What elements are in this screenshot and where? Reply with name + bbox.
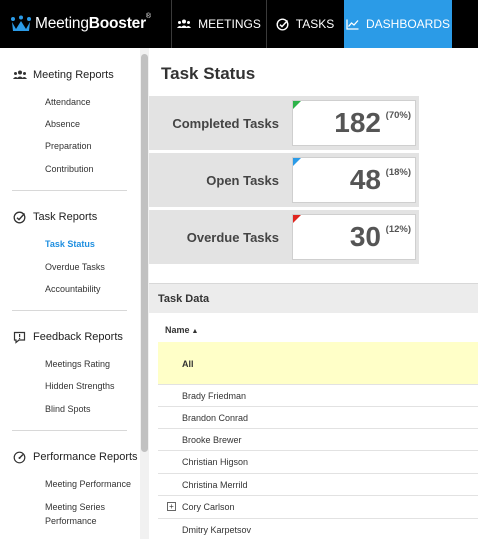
sidebar-item-preparation[interactable]: Preparation bbox=[45, 141, 92, 151]
stat-row-overdue: Overdue Tasks 30 (12%) bbox=[149, 210, 478, 264]
check-circle-icon bbox=[276, 17, 289, 31]
row-name: Christina Merrild bbox=[182, 480, 248, 490]
sidebar-item-attendance[interactable]: Attendance bbox=[45, 97, 91, 107]
task-data-title: Task Data bbox=[158, 293, 210, 305]
line-chart-icon bbox=[346, 19, 359, 30]
stat-count: 30 bbox=[349, 221, 381, 252]
stat-value-cell: 48 (18%) bbox=[289, 153, 419, 207]
stat-value-cell: 30 (12%) bbox=[289, 210, 419, 264]
people-icon bbox=[177, 19, 192, 29]
row-name: Brandon Conrad bbox=[182, 413, 249, 423]
stat-percent: (18%) bbox=[385, 167, 411, 178]
stat-value-cell: 182 (70%) bbox=[289, 96, 419, 150]
performance-reports-label: Performance Reports bbox=[33, 451, 138, 463]
sidebar-scrollbar-thumb[interactable] bbox=[141, 54, 148, 452]
sidebar-item-accountability[interactable]: Accountability bbox=[45, 284, 101, 294]
table-row[interactable]: Brandon Conrad bbox=[158, 407, 478, 429]
name-column-header[interactable]: Name ▲ bbox=[165, 325, 198, 335]
sidebar-item-overdue-tasks[interactable]: Overdue Tasks bbox=[45, 262, 105, 272]
page-title: Task Status bbox=[161, 64, 256, 83]
crown-logo-icon bbox=[11, 15, 31, 31]
sidebar-item-contribution[interactable]: Contribution bbox=[45, 164, 94, 174]
sidebar-item-absence[interactable]: Absence bbox=[45, 119, 80, 129]
row-name: Brady Friedman bbox=[182, 391, 247, 401]
stat-percent: (70%) bbox=[385, 110, 411, 121]
row-name: Cory Carlson bbox=[182, 502, 235, 512]
meeting-reports-label: Meeting Reports bbox=[33, 69, 114, 81]
table-row[interactable]: Christian Higson bbox=[158, 451, 478, 474]
sidebar-item-meeting-series-performance[interactable]: Meeting Series bbox=[45, 502, 105, 512]
sidebar-item-meeting-series-performance-line2[interactable]: Performance bbox=[45, 516, 97, 526]
sidebar-divider bbox=[12, 310, 127, 311]
sidebar-item-meetings-rating[interactable]: Meetings Rating bbox=[45, 359, 110, 369]
stat-percent: (12%) bbox=[385, 224, 411, 235]
main-content: Task Status Completed Tasks 182 (70%) Op… bbox=[149, 48, 478, 539]
status-flag-red bbox=[293, 215, 301, 223]
row-name: Christian Higson bbox=[182, 457, 249, 467]
stat-count: 182 bbox=[334, 107, 381, 138]
sidebar-divider bbox=[12, 190, 127, 191]
brand-prefix: Meeting bbox=[35, 15, 89, 32]
row-name: All bbox=[182, 359, 194, 369]
stat-card-completed: 182 (70%) bbox=[292, 100, 416, 146]
stat-label: Overdue Tasks bbox=[149, 210, 289, 264]
brand-suffix: Booster bbox=[88, 15, 146, 32]
table-row[interactable]: Brooke Brewer bbox=[158, 429, 478, 451]
sidebar-item-blind-spots[interactable]: Blind Spots bbox=[45, 404, 91, 414]
status-flag-green bbox=[293, 101, 301, 109]
tab-meetings-label: MEETINGS bbox=[198, 17, 261, 31]
gauge-icon bbox=[12, 451, 27, 464]
table-row[interactable]: + Cory Carlson bbox=[158, 496, 478, 519]
feedback-reports-label: Feedback Reports bbox=[33, 331, 123, 343]
performance-reports-heading[interactable]: Performance Reports bbox=[12, 448, 138, 466]
meeting-reports-heading[interactable]: Meeting Reports bbox=[12, 66, 114, 84]
stat-card-overdue: 30 (12%) bbox=[292, 214, 416, 260]
sidebar-divider bbox=[12, 430, 127, 431]
tab-dashboards[interactable]: DASHBOARDS bbox=[344, 0, 452, 48]
sort-ascending-icon: ▲ bbox=[191, 328, 199, 335]
sidebar-item-task-status[interactable]: Task Status bbox=[45, 239, 95, 249]
tab-tasks-label: TASKS bbox=[295, 17, 335, 31]
registered-mark: ® bbox=[145, 13, 151, 20]
row-name: Brooke Brewer bbox=[182, 435, 242, 445]
stat-label: Open Tasks bbox=[149, 153, 289, 207]
stat-row-open: Open Tasks 48 (18%) bbox=[149, 153, 478, 207]
feedback-icon bbox=[12, 331, 27, 344]
people-icon bbox=[12, 70, 27, 80]
sidebar-item-hidden-strengths[interactable]: Hidden Strengths bbox=[45, 381, 115, 391]
table-row[interactable]: Brady Friedman bbox=[158, 385, 478, 407]
stat-count: 48 bbox=[349, 164, 381, 195]
check-circle-icon bbox=[12, 211, 27, 224]
tab-dashboards-label: DASHBOARDS bbox=[365, 17, 451, 31]
status-flag-blue bbox=[293, 158, 301, 166]
brand-logo[interactable]: MeetingBooster® bbox=[10, 13, 151, 35]
top-nav-bar: MeetingBooster® MEETINGS TASKS DASHBOARD… bbox=[0, 0, 478, 48]
stat-spacer bbox=[419, 153, 478, 207]
name-column-label: Name bbox=[165, 325, 190, 335]
task-reports-label: Task Reports bbox=[33, 211, 98, 223]
reports-sidebar: Meeting Reports Attendance Absence Prepa… bbox=[0, 48, 140, 539]
table-row-all[interactable]: All bbox=[158, 342, 478, 385]
stat-row-completed: Completed Tasks 182 (70%) bbox=[149, 96, 478, 150]
tab-meetings[interactable]: MEETINGS bbox=[172, 0, 266, 48]
stat-spacer bbox=[419, 96, 478, 150]
tab-tasks[interactable]: TASKS bbox=[267, 0, 343, 48]
stat-label: Completed Tasks bbox=[149, 96, 289, 150]
expand-row-icon[interactable]: + bbox=[167, 502, 176, 511]
table-row[interactable]: Christina Merrild bbox=[158, 474, 478, 496]
nav-bar-end bbox=[452, 0, 478, 48]
sidebar-item-meeting-performance[interactable]: Meeting Performance bbox=[45, 479, 131, 489]
table-row[interactable]: Dmitry Karpetsov bbox=[158, 519, 478, 539]
stat-card-open: 48 (18%) bbox=[292, 157, 416, 203]
row-name: Dmitry Karpetsov bbox=[182, 525, 252, 535]
stat-spacer bbox=[419, 210, 478, 264]
app-window: MeetingBooster® MEETINGS TASKS DASHBOARD… bbox=[0, 0, 478, 539]
brand-name: MeetingBooster® bbox=[35, 13, 151, 33]
task-data-header: Task Data bbox=[149, 283, 478, 313]
task-reports-heading[interactable]: Task Reports bbox=[12, 208, 97, 226]
feedback-reports-heading[interactable]: Feedback Reports bbox=[12, 328, 123, 346]
